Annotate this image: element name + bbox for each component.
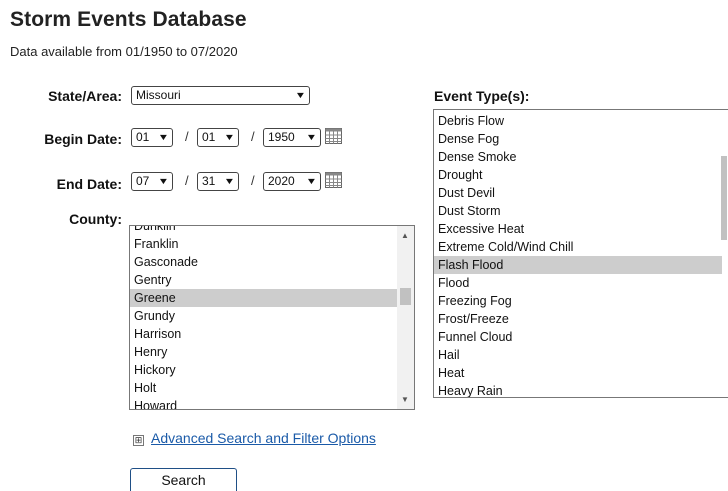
county-option[interactable]: Dunklin <box>130 226 414 235</box>
event-type-option[interactable]: Heavy Rain <box>434 382 728 397</box>
chevron-down-icon: ▼ <box>223 132 236 142</box>
event-type-option-selected[interactable]: Flash Flood <box>434 256 722 274</box>
event-type-option[interactable]: Freezing Fog <box>434 292 728 310</box>
end-day-value: 31 <box>202 174 216 188</box>
county-label: County: <box>69 211 122 227</box>
event-type-option[interactable]: Frost/Freeze <box>434 310 728 328</box>
end-year-value: 2020 <box>268 174 295 188</box>
chevron-down-icon: ▼ <box>294 90 307 100</box>
event-type-option[interactable]: Dust Devil <box>434 184 728 202</box>
county-option[interactable]: Gasconade <box>130 253 414 271</box>
begin-month-value: 01 <box>136 130 150 144</box>
date-separator: / <box>185 173 189 188</box>
county-option[interactable]: Howard <box>130 397 414 409</box>
end-date-label: End Date: <box>56 176 122 192</box>
event-type-option[interactable]: Dust Storm <box>434 202 728 220</box>
county-option[interactable]: Harrison <box>130 325 414 343</box>
begin-date-label: Begin Date: <box>44 131 122 147</box>
event-type-option[interactable]: Excessive Heat <box>434 220 728 238</box>
end-day-select[interactable]: 31 ▼ <box>197 172 239 191</box>
county-option[interactable]: Henry <box>130 343 414 361</box>
plus-box-icon[interactable]: ⊞ <box>133 435 144 446</box>
page-title: Storm Events Database <box>10 8 247 31</box>
end-month-value: 07 <box>136 174 150 188</box>
state-select[interactable]: Missouri ▼ <box>131 86 310 105</box>
county-listbox[interactable]: Dunklin Franklin Gasconade Gentry Greene… <box>129 225 415 410</box>
calendar-icon[interactable] <box>325 171 342 188</box>
county-option-selected[interactable]: Greene <box>130 289 397 307</box>
begin-day-select[interactable]: 01 ▼ <box>197 128 239 147</box>
county-option[interactable]: Grundy <box>130 307 414 325</box>
event-type-option[interactable]: Dense Fog <box>434 130 728 148</box>
scrollbar-thumb[interactable] <box>400 288 411 305</box>
date-separator: / <box>251 173 255 188</box>
county-scrollbar[interactable]: ▲ ▼ <box>397 226 414 409</box>
chevron-down-icon: ▼ <box>305 132 318 142</box>
state-select-value: Missouri <box>136 88 181 102</box>
scroll-up-icon[interactable]: ▲ <box>401 231 409 240</box>
event-type-option[interactable]: Heat <box>434 364 728 382</box>
begin-year-select[interactable]: 1950 ▼ <box>263 128 321 147</box>
end-month-select[interactable]: 07 ▼ <box>131 172 173 191</box>
event-type-option[interactable]: Funnel Cloud <box>434 328 728 346</box>
event-type-option[interactable]: Flood <box>434 274 728 292</box>
page-subtitle: Data available from 01/1950 to 07/2020 <box>10 44 238 59</box>
event-type-scrollbar[interactable] <box>721 110 727 397</box>
calendar-icon[interactable] <box>325 127 342 144</box>
state-label: State/Area: <box>48 88 122 104</box>
search-button[interactable]: Search <box>130 468 237 491</box>
scroll-down-icon[interactable]: ▼ <box>401 395 409 404</box>
county-option[interactable]: Hickory <box>130 361 414 379</box>
chevron-down-icon: ▼ <box>157 176 170 186</box>
begin-year-value: 1950 <box>268 130 295 144</box>
date-separator: / <box>251 129 255 144</box>
begin-day-value: 01 <box>202 130 216 144</box>
event-type-option[interactable]: Hail <box>434 346 728 364</box>
event-type-listbox[interactable]: Debris Flow Dense Fog Dense Smoke Drough… <box>433 109 728 398</box>
event-type-option[interactable]: Extreme Cold/Wind Chill <box>434 238 728 256</box>
event-type-option[interactable]: Dense Smoke <box>434 148 728 166</box>
advanced-search-link[interactable]: Advanced Search and Filter Options <box>151 430 376 446</box>
county-option[interactable]: Gentry <box>130 271 414 289</box>
chevron-down-icon: ▼ <box>305 176 318 186</box>
chevron-down-icon: ▼ <box>157 132 170 142</box>
scrollbar-thumb[interactable] <box>721 156 727 240</box>
event-type-label: Event Type(s): <box>434 88 530 104</box>
begin-month-select[interactable]: 01 ▼ <box>131 128 173 147</box>
county-option[interactable]: Franklin <box>130 235 414 253</box>
end-year-select[interactable]: 2020 ▼ <box>263 172 321 191</box>
event-type-option[interactable]: Drought <box>434 166 728 184</box>
chevron-down-icon: ▼ <box>223 176 236 186</box>
event-type-option[interactable]: Debris Flow <box>434 112 728 130</box>
county-option[interactable]: Holt <box>130 379 414 397</box>
date-separator: / <box>185 129 189 144</box>
